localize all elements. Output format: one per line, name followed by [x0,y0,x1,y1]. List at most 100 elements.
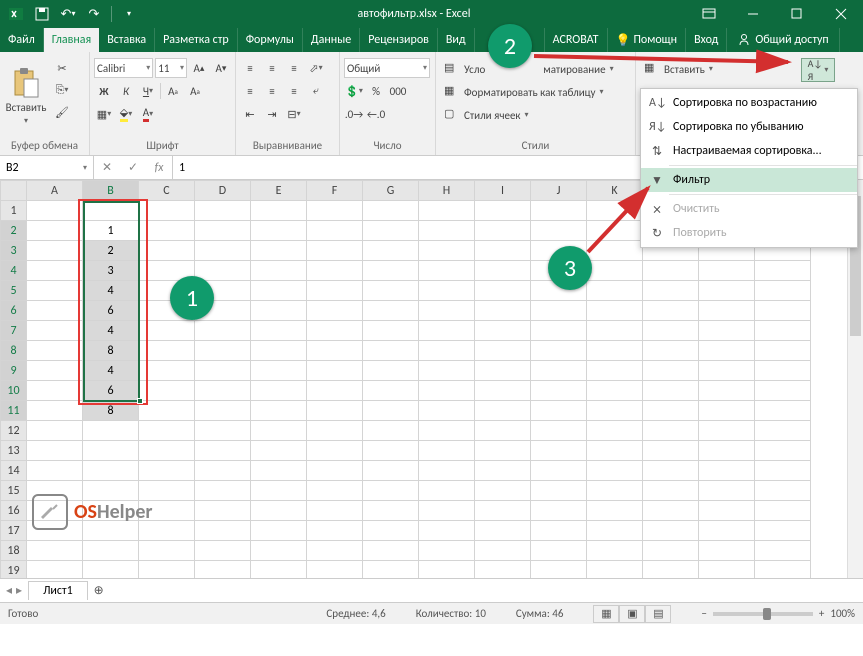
cell[interactable] [755,421,811,441]
cell[interactable] [699,341,755,361]
cell[interactable] [251,401,307,421]
cell[interactable] [83,441,139,461]
paste-button[interactable]: Вставить ▾ [4,54,48,138]
cell[interactable] [531,481,587,501]
cell[interactable] [27,241,83,261]
superscript-button[interactable]: Aa [163,81,183,101]
row-header[interactable]: 17 [1,521,27,541]
cell[interactable] [307,201,363,221]
cell[interactable] [307,381,363,401]
row-header[interactable]: 5 [1,281,27,301]
cell[interactable] [475,401,531,421]
cell[interactable] [27,261,83,281]
cell[interactable] [643,401,699,421]
cell[interactable] [419,221,475,241]
cell[interactable] [531,421,587,441]
view-page-layout[interactable]: ▣ [619,605,645,623]
orientation[interactable]: ⬀▾ [306,58,326,78]
cell[interactable] [251,521,307,541]
cell[interactable] [587,561,643,579]
cell[interactable] [755,381,811,401]
cell[interactable] [699,301,755,321]
cell[interactable] [643,321,699,341]
cell[interactable] [587,361,643,381]
cell[interactable] [251,501,307,521]
cell[interactable] [699,481,755,501]
column-header[interactable]: A [27,181,83,201]
cell[interactable] [363,441,419,461]
cell[interactable] [755,341,811,361]
cell[interactable] [699,421,755,441]
cell[interactable] [195,441,251,461]
cell[interactable] [27,461,83,481]
tab-view[interactable]: Вид [438,28,475,52]
cell[interactable] [363,541,419,561]
cell[interactable] [27,421,83,441]
cell[interactable] [475,481,531,501]
menu-sort-desc[interactable]: Я↓Сортировка по убыванию [641,115,857,139]
cell[interactable] [531,381,587,401]
tab-file[interactable]: Файл [0,28,44,52]
cell[interactable] [699,401,755,421]
cell[interactable] [27,441,83,461]
cell[interactable]: 6 [83,381,139,401]
italic-button[interactable]: К [116,81,136,101]
format-painter[interactable]: 🖌 [52,102,72,122]
cell[interactable] [195,501,251,521]
cell[interactable] [251,301,307,321]
cell[interactable] [587,521,643,541]
cell[interactable] [475,301,531,321]
cell[interactable] [755,461,811,481]
cell[interactable] [195,401,251,421]
qat-customize[interactable]: ▾ [117,2,141,26]
ribbon-display-options[interactable] [687,0,731,28]
cell[interactable] [587,421,643,441]
cell[interactable] [475,321,531,341]
cell[interactable] [531,561,587,579]
cell[interactable] [307,341,363,361]
tab-review[interactable]: Рецензиров [360,28,438,52]
minimize-button[interactable] [731,0,775,28]
cell[interactable] [699,521,755,541]
cell[interactable] [83,461,139,481]
cell[interactable] [419,481,475,501]
fill-color[interactable]: ⬙▾ [116,104,136,124]
cell[interactable] [531,221,587,241]
close-button[interactable] [819,0,863,28]
row-header[interactable]: 19 [1,561,27,579]
cell[interactable] [587,221,643,241]
cell[interactable] [699,541,755,561]
cell[interactable] [363,381,419,401]
cell[interactable] [475,201,531,221]
cell[interactable] [643,301,699,321]
row-header[interactable]: 15 [1,481,27,501]
column-header[interactable]: J [531,181,587,201]
cell[interactable] [755,281,811,301]
cell[interactable] [139,241,195,261]
cell[interactable] [475,381,531,401]
column-header[interactable]: C [139,181,195,201]
cell[interactable] [531,401,587,421]
cell[interactable] [755,441,811,461]
cell[interactable] [419,321,475,341]
cell[interactable] [195,261,251,281]
cell[interactable] [363,241,419,261]
cell[interactable] [419,381,475,401]
menu-clear[interactable]: ⨯Очистить [641,197,857,221]
cell[interactable] [27,201,83,221]
decrease-indent[interactable]: ⇤ [240,104,260,124]
cell[interactable] [251,341,307,361]
cell-styles[interactable]: ▢Стили ячеек ▾ [440,104,631,126]
format-as-table[interactable]: ▦Форматировать как таблицу ▾ [440,81,631,103]
cell[interactable] [419,421,475,441]
cell[interactable] [587,241,643,261]
cell[interactable] [643,541,699,561]
subscript-button[interactable]: Aa [185,81,205,101]
cell[interactable] [139,441,195,461]
align-right[interactable]: ≡ [284,81,304,101]
cell[interactable] [195,421,251,441]
cell[interactable]: 1 [83,221,139,241]
row-header[interactable]: 3 [1,241,27,261]
cell[interactable] [195,381,251,401]
qat-redo[interactable]: ↷ [82,2,106,26]
